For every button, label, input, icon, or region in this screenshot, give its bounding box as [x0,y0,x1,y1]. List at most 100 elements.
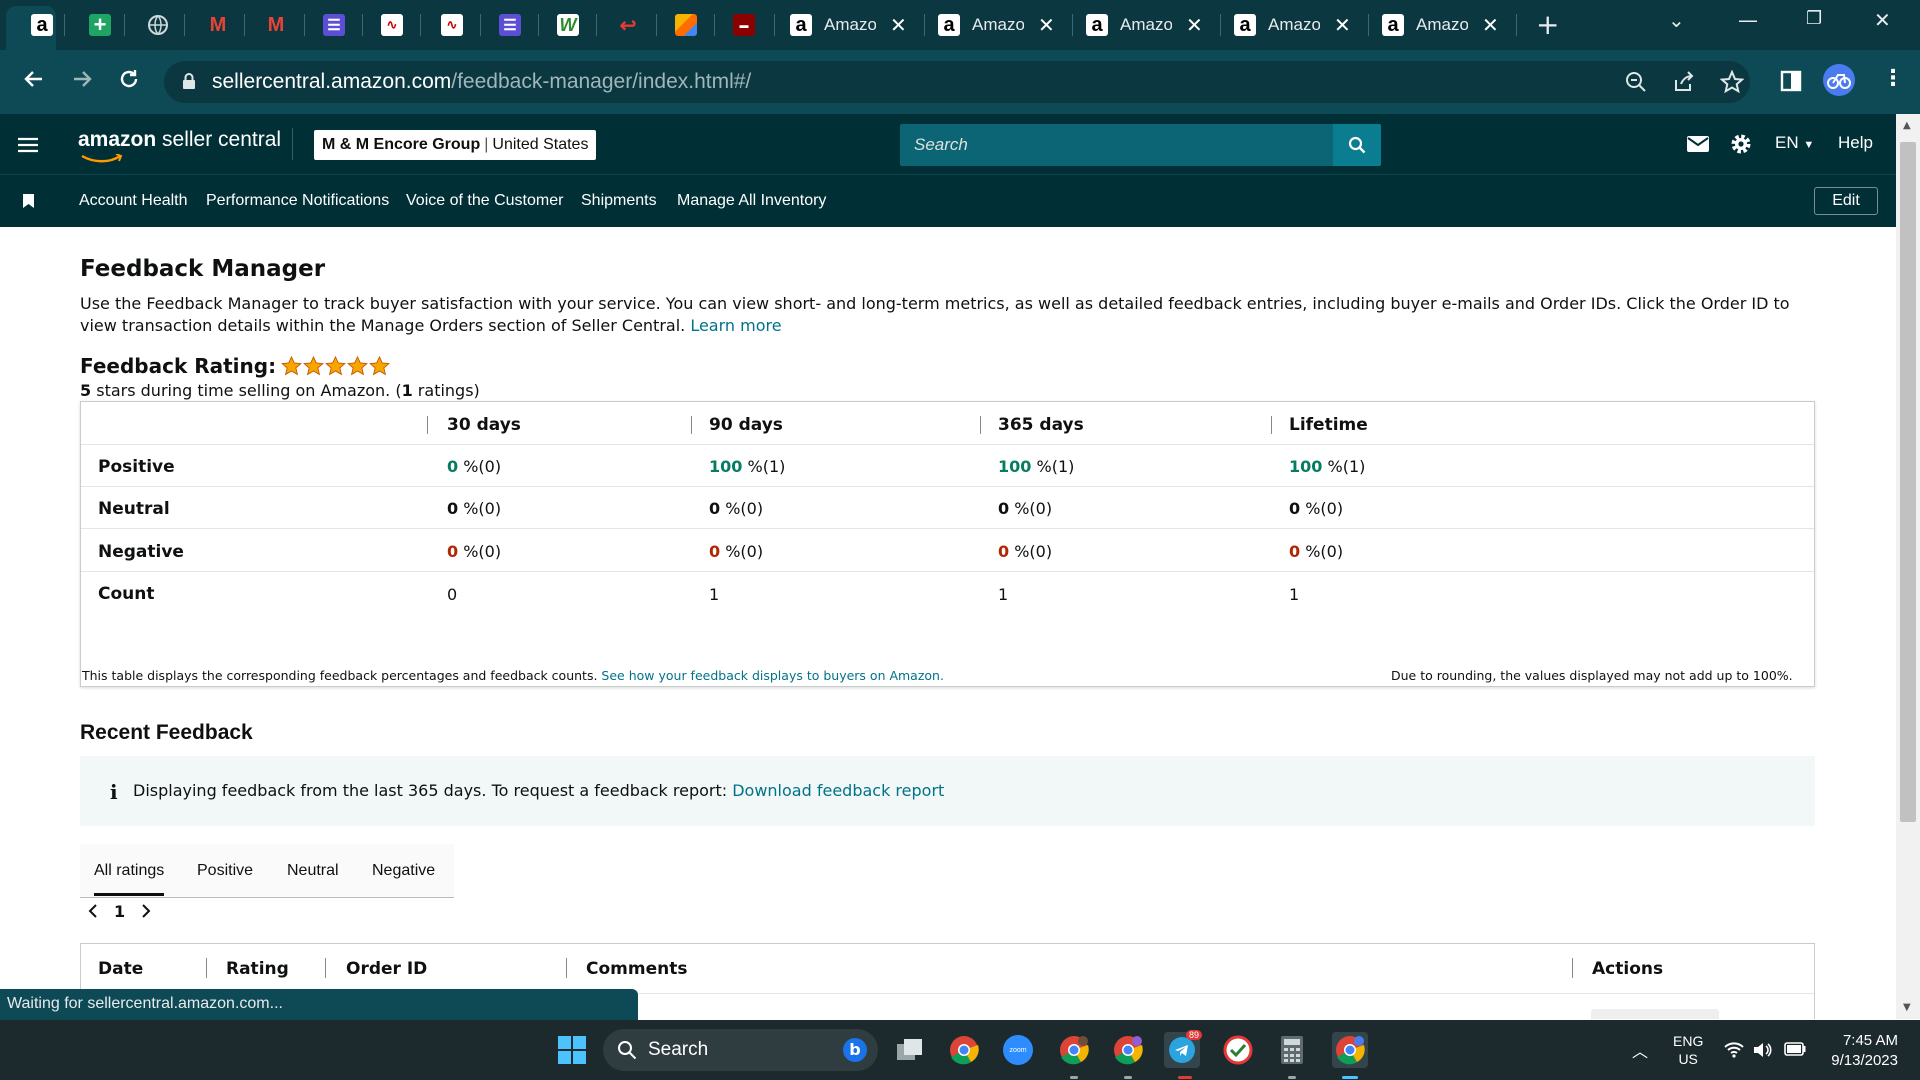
browser-menu-icon[interactable]: ⋮ [1882,66,1904,91]
lock-icon[interactable] [182,72,196,90]
pinned-tab-red[interactable]: ▬ [728,8,760,42]
language-indicator[interactable]: ENG US [1673,1032,1703,1068]
wifi-icon[interactable] [1724,1042,1744,1058]
tab-neutral[interactable]: Neutral [287,862,339,880]
pinned-tab-list-2[interactable]: ☰ [494,8,526,42]
clock[interactable]: 7:45 AM 9/13/2023 [1822,1031,1898,1071]
chevron-right-icon[interactable] [141,904,151,918]
pinned-tab-hook[interactable]: ↩ [612,8,644,42]
pinned-tab-stripes[interactable] [670,8,702,42]
task-view-button[interactable] [892,1032,928,1068]
tab-amazon-5[interactable]: a Amazon ✕ [1372,8,1514,42]
volume-icon[interactable] [1752,1041,1772,1059]
zoom-icon[interactable] [1624,70,1648,94]
tab-amazon-3[interactable]: a Amazon ✕ [1076,8,1218,42]
pinned-tab-chart-2[interactable]: ∿ [436,8,468,42]
rating-filter-tabs: All ratings Positive Neutral Negative [80,844,454,898]
taskbar-chrome-active[interactable] [1332,1032,1368,1068]
taskbar-search[interactable]: Search b [603,1029,878,1071]
col-rating[interactable]: Rating [226,959,289,979]
seller-central-logo[interactable]: amazon seller central [78,128,281,152]
pinned-tab-gmail-1[interactable]: M [202,8,234,42]
pinned-tab-gmail-2[interactable]: M [260,8,292,42]
back-button[interactable] [22,67,46,91]
amazon-smile-icon [81,154,123,163]
edit-button[interactable]: Edit [1814,187,1878,215]
scroll-up-icon[interactable]: ▲ [1903,120,1911,131]
pinned-tab-sheets-add[interactable]: + [84,8,116,42]
scroll-down-icon[interactable]: ▼ [1903,1002,1911,1013]
search-button[interactable] [1333,124,1381,166]
close-window-icon[interactable]: ✕ [1874,8,1891,32]
pinned-tab-web[interactable] [142,8,174,42]
tab-negative[interactable]: Negative [372,862,435,880]
nav-account-health[interactable]: Account Health [79,192,188,210]
search-input[interactable] [900,124,1334,166]
buyer-display-link[interactable]: See how your feedback displays to buyers… [601,668,944,683]
reload-button[interactable] [117,67,141,91]
close-tab-icon[interactable]: ✕ [1038,13,1055,37]
taskbar-telegram[interactable]: 89 [1164,1030,1203,1068]
taskbar-checklist[interactable] [1220,1032,1256,1068]
pinned-tab-chart-1[interactable]: ∿ [376,8,408,42]
action-button[interactable] [1591,1009,1719,1019]
pinned-tab-w[interactable]: W [552,8,584,42]
side-panel-icon[interactable] [1780,70,1802,92]
taskbar-chrome-profile-2[interactable] [1110,1032,1146,1068]
tab-search-chevron-icon[interactable]: ⌄ [1668,8,1685,32]
tab-amazon-1[interactable]: a Amazon ✕ [780,8,922,42]
scroll-thumb[interactable] [1900,142,1916,822]
hamburger-menu-icon[interactable] [18,137,38,153]
learn-more-link[interactable]: Learn more [690,316,781,335]
current-page[interactable]: 1 [114,902,125,921]
language-selector[interactable]: EN ▼ [1775,133,1814,153]
store-name: M & M Encore Group [322,136,481,153]
tab-amazon-2[interactable]: a Amazon ✕ [928,8,1070,42]
close-tab-icon[interactable]: ✕ [1186,13,1203,37]
chevron-left-icon[interactable] [88,904,98,918]
forward-button[interactable] [70,67,94,91]
mail-icon[interactable] [1687,136,1709,152]
battery-icon[interactable] [1784,1042,1806,1056]
tab-all-ratings[interactable]: All ratings [94,862,164,880]
show-hidden-icons-chevron[interactable]: ︿ [1632,1038,1648,1062]
taskbar-chrome[interactable] [946,1032,982,1068]
settings-gear-icon[interactable] [1730,133,1752,155]
new-tab-button[interactable]: + [1536,10,1559,40]
tab-amazon-4[interactable]: a Amazon ✕ [1224,8,1366,42]
close-tab-icon[interactable]: ✕ [1334,13,1351,37]
page-scrollbar[interactable]: ▲ ▼ [1896,114,1920,1019]
profile-avatar[interactable] [1823,64,1855,96]
nav-performance-notifications[interactable]: Performance Notifications [206,192,389,210]
taskbar-chrome-profile-1[interactable] [1056,1032,1092,1068]
share-icon[interactable] [1672,70,1696,94]
tab-positive[interactable]: Positive [197,862,253,880]
close-tab-icon[interactable]: ✕ [1482,13,1499,37]
pinned-tab-list-1[interactable]: ☰ [318,8,350,42]
rating-summary-text: 5 stars during time selling on Amazon. (… [80,381,480,400]
nav-shipments[interactable]: Shipments [581,192,657,210]
store-region: United States [492,136,589,153]
col-order-id[interactable]: Order ID [346,959,427,979]
taskbar-zoom[interactable]: zoom [1000,1032,1036,1068]
start-button[interactable] [554,1032,590,1068]
restore-icon[interactable]: ❐ [1806,8,1822,29]
pinned-tab-amazon[interactable]: a [26,8,58,42]
windows-logo-icon [558,1036,586,1064]
bing-icon[interactable]: b [843,1038,867,1062]
help-link[interactable]: Help [1838,133,1873,153]
nav-voice-of-the-customer[interactable]: Voice of the Customer [406,192,563,210]
col-date[interactable]: Date [98,959,143,979]
clock-time: 7:45 AM [1842,1032,1898,1049]
close-tab-icon[interactable]: ✕ [890,13,907,37]
store-selector[interactable]: M & M Encore Group | United States [314,130,597,160]
download-feedback-report-link[interactable]: Download feedback report [732,781,944,800]
taskbar-calculator[interactable] [1274,1032,1310,1068]
address-bar[interactable]: sellercentral.amazon.com/feedback-manage… [164,61,1750,103]
nav-manage-all-inventory[interactable]: Manage All Inventory [677,192,826,210]
bookmark-star-icon[interactable] [1720,70,1744,94]
minimize-icon[interactable]: — [1738,8,1758,32]
language-label: EN [1775,133,1799,152]
amazon-favicon-icon: a [1382,14,1404,36]
rating-sub-text: stars during time selling on Amazon. ( [91,381,402,400]
